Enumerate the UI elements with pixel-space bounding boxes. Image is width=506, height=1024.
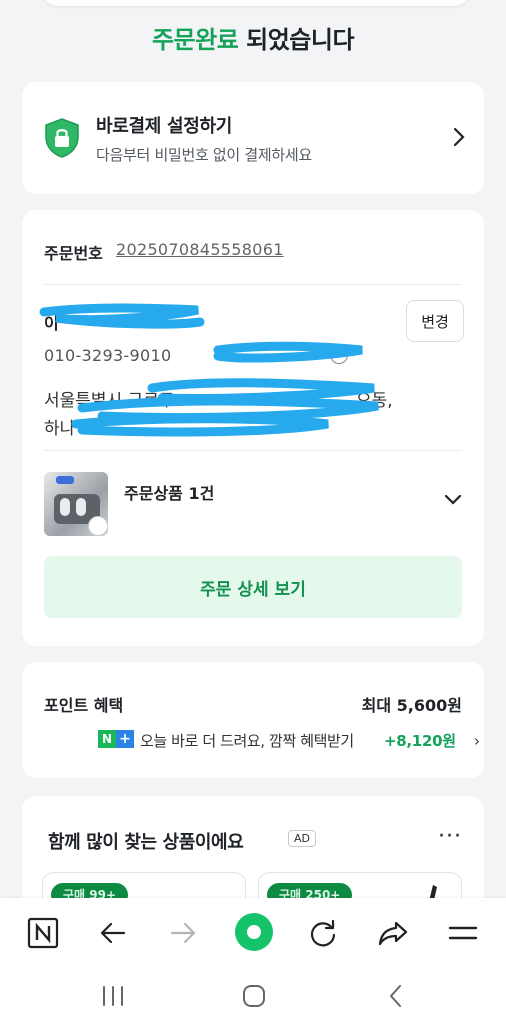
recent-apps-icon[interactable] xyxy=(98,984,128,1008)
system-navigation-bar xyxy=(0,970,506,1024)
order-detail-button[interactable]: 주문 상세 보기 xyxy=(44,556,462,618)
divider xyxy=(44,450,462,451)
change-address-button[interactable]: 변경 xyxy=(406,300,464,342)
quick-pay-subtitle: 다음부터 비밀번호 없이 결제하세요 xyxy=(96,146,312,164)
order-card: 주문번호 2025070845558061 이 변경 010-3293-9010… xyxy=(22,210,484,646)
points-bonus[interactable]: +8,120원 xyxy=(384,730,456,751)
home-green-icon[interactable] xyxy=(234,912,274,952)
browser-toolbar xyxy=(0,898,506,970)
address-line1-end: 오동, xyxy=(356,391,393,411)
back-icon[interactable] xyxy=(384,982,408,1010)
info-icon[interactable]: i xyxy=(330,346,348,364)
recommendation-title: 함께 많이 찾는 상품이에요 xyxy=(48,832,244,853)
share-icon[interactable] xyxy=(376,916,410,950)
chevron-right-icon[interactable]: › xyxy=(474,732,480,750)
page-title: 주문완료 되었습니다 xyxy=(0,20,506,55)
back-arrow-icon[interactable] xyxy=(96,916,130,950)
order-number-value[interactable]: 2025070845558061 xyxy=(116,240,284,259)
address-line1-start: 서울특별시 구로구 xyxy=(44,391,175,411)
address-line2-start: 하나 xyxy=(44,419,76,439)
divider xyxy=(44,284,462,285)
menu-icon[interactable] xyxy=(446,916,480,950)
shield-lock-icon xyxy=(45,118,79,158)
points-title: 포인트 혜택 xyxy=(44,696,124,715)
points-description[interactable]: 오늘 바로 더 드려요, 깜짝 혜택받기 xyxy=(140,730,354,751)
title-accent: 주문완료 xyxy=(151,26,239,54)
recipient-name: 이 xyxy=(44,314,59,333)
recipient-phone: 010-3293-9010 xyxy=(44,346,172,365)
forward-arrow-icon[interactable] xyxy=(166,916,200,950)
naver-plus-badge-icon: N + xyxy=(98,730,134,748)
quick-pay-card[interactable]: 바로결제 설정하기 다음부터 비밀번호 없이 결제하세요 xyxy=(22,82,484,194)
ad-badge[interactable]: AD xyxy=(288,830,316,847)
chevron-right-icon xyxy=(453,127,465,147)
naver-n-icon[interactable] xyxy=(26,916,60,950)
home-icon[interactable] xyxy=(240,982,268,1010)
previous-card-fragment xyxy=(42,0,470,6)
points-max: 최대 5,600원 xyxy=(361,696,462,715)
title-rest: 되었습니다 xyxy=(238,26,355,54)
chevron-down-icon[interactable] xyxy=(444,494,462,506)
order-items-label: 주문상품 1건 xyxy=(124,484,215,503)
product-thumbnail[interactable] xyxy=(44,472,108,536)
points-benefit-card: 포인트 혜택 최대 5,600원 N + 오늘 바로 더 드려요, 깜짝 혜택받… xyxy=(22,662,484,778)
more-options-icon[interactable]: ··· xyxy=(438,824,462,849)
order-number-label: 주문번호 xyxy=(44,244,103,263)
quick-pay-title: 바로결제 설정하기 xyxy=(96,116,233,137)
refresh-icon[interactable] xyxy=(306,916,340,950)
